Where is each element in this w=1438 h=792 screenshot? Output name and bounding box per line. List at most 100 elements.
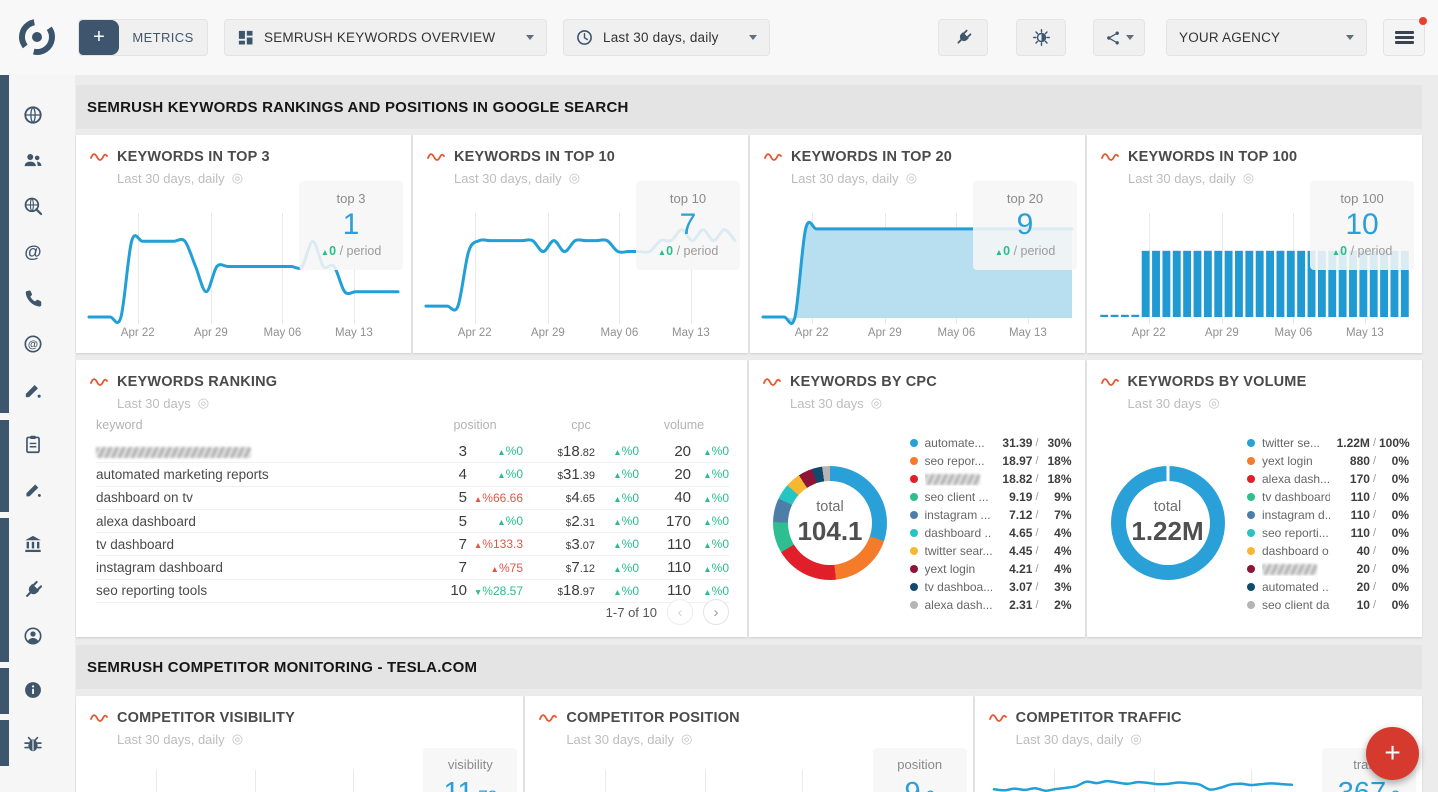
legend-percent: 0% <box>1379 472 1409 486</box>
widget-settings-icon[interactable]: ◎ <box>1130 731 1141 747</box>
sidebar-item-signatures[interactable] <box>22 379 44 401</box>
legend-dot <box>910 511 918 519</box>
bank-icon <box>22 533 44 555</box>
widget-settings-icon[interactable]: ◎ <box>871 395 882 411</box>
sidebar-item-annotations[interactable] <box>22 479 44 501</box>
sidebar-item-seo[interactable] <box>22 195 44 217</box>
sidebar-item-account[interactable] <box>22 625 44 647</box>
legend-percent: 0% <box>1379 598 1409 612</box>
keyword-cell: tv dashboard <box>96 537 427 552</box>
x-axis-label: Apr 22 <box>1132 327 1166 339</box>
position-value: 7 <box>427 559 467 576</box>
main-menu-button[interactable] <box>1383 19 1425 56</box>
sidebar-item-mentions[interactable]: @ <box>22 333 44 355</box>
donut-total-value: 1.22M <box>1131 516 1203 547</box>
legend-dot <box>910 529 918 537</box>
legend-dot <box>1247 493 1255 501</box>
next-page-button[interactable]: › <box>703 599 729 625</box>
x-axis-label: Apr 22 <box>121 327 155 339</box>
cpc-delta: ▲%0 <box>595 491 639 505</box>
table-row: dashboard on tv 5 ▲%66.66 $4.65 ▲%0 40 ▲… <box>96 487 729 510</box>
legend-item: seo repor... 18.97 / 18% <box>910 452 1072 470</box>
x-axis-label: May 13 <box>335 327 373 339</box>
prev-page-button[interactable]: ‹ <box>667 599 693 625</box>
stat-box-top3: top 3 1 ▲0 / period <box>299 181 403 270</box>
widget-settings-icon[interactable]: ◎ <box>681 731 692 747</box>
users-icon <box>22 149 44 171</box>
sidebar-item-info[interactable] <box>22 679 44 701</box>
delta-up-icon: ▲ <box>321 247 329 257</box>
card-competitor-position: COMPETITOR POSITION Last 30 days, daily … <box>525 696 972 792</box>
sidebar-item-email[interactable]: @ <box>22 241 44 263</box>
widget-settings-icon[interactable]: ◎ <box>198 395 209 411</box>
user-circle-icon <box>22 625 44 647</box>
card-subtitle: Last 30 days ◎ <box>117 395 733 411</box>
col-keyword: keyword <box>96 418 427 432</box>
sidebar-item-debug[interactable] <box>22 733 44 755</box>
sidebar-item-web[interactable] <box>22 104 44 126</box>
middle-cards-row: KEYWORDS RANKING Last 30 days ◎ keyword … <box>76 360 1422 637</box>
widget-settings-icon[interactable]: ◎ <box>569 170 580 186</box>
cpc-delta: ▲%0 <box>595 444 639 458</box>
volume-value: 110 <box>639 536 691 553</box>
widget-settings-icon[interactable]: ◎ <box>232 731 243 747</box>
x-axis-label: Apr 29 <box>531 327 565 339</box>
svg-text:@: @ <box>24 241 41 261</box>
card-title: KEYWORDS IN TOP 3 <box>117 149 270 165</box>
card-subtitle: Last 30 days, daily ◎ <box>117 731 509 747</box>
dashboard-selector[interactable]: SEMRUSH KEYWORDS OVERVIEW <box>224 19 547 56</box>
top-bar: + METRICS SEMRUSH KEYWORDS OVERVIEW Last… <box>0 0 1438 75</box>
position-value: 5 <box>427 513 467 530</box>
delta-up-icon: ▲ <box>995 247 1003 257</box>
position-delta: ▲%133.3 <box>467 537 523 551</box>
sidebar-item-crm[interactable] <box>22 149 44 171</box>
add-metrics-button[interactable]: + METRICS <box>78 19 208 56</box>
legend-dot <box>1247 547 1255 555</box>
cpc-value: $18.82 <box>523 443 595 460</box>
table-row: alexa dashboard 5 ▲%0 $2.31 ▲%0 170 ▲%0 <box>96 510 729 533</box>
cpc-value: $18.97 <box>523 582 595 599</box>
widget-settings-icon[interactable]: ◎ <box>1208 395 1219 411</box>
bottom-cards-row: COMPETITOR VISIBILITY Last 30 days, dail… <box>76 696 1422 792</box>
legend-percent: 30% <box>1042 436 1072 450</box>
semrush-icon <box>1101 152 1119 163</box>
legend-item: seo client ... 9.19 / 9% <box>910 488 1072 506</box>
integrations-button[interactable] <box>938 19 988 56</box>
legend-item: instagram d... 110 / 0% <box>1247 506 1409 524</box>
legend-percent: 4% <box>1042 544 1072 558</box>
legend-value: 880 <box>1330 454 1370 468</box>
cpc-value: $4.65 <box>523 489 595 506</box>
chevron-down-icon <box>1346 35 1354 40</box>
sidebar-item-forms[interactable] <box>22 433 44 455</box>
top-cards-row: KEYWORDS IN TOP 3 Last 30 days, daily ◎ … <box>76 135 1422 353</box>
dashboard-content: SEMRUSH KEYWORDS RANKINGS AND POSITIONS … <box>76 75 1422 792</box>
widget-settings-icon[interactable]: ◎ <box>1243 170 1254 186</box>
theme-toggle-button[interactable] <box>1016 19 1066 56</box>
app-logo[interactable] <box>14 14 60 60</box>
widget-settings-icon[interactable]: ◎ <box>232 170 243 186</box>
card-title: COMPETITOR TRAFFIC <box>1016 710 1182 726</box>
time-range-selector[interactable]: Last 30 days, daily <box>563 19 770 56</box>
stat-value: 7 <box>642 209 734 241</box>
add-widget-fab[interactable]: + <box>1366 727 1419 780</box>
semrush-icon <box>764 152 782 163</box>
legend-value: 110 <box>1330 490 1370 504</box>
sidebar-item-finance[interactable] <box>22 533 44 555</box>
legend-item: tv dashboard 110 / 0% <box>1247 488 1409 506</box>
volume-value: 20 <box>639 443 691 460</box>
redacted-keyword <box>96 447 251 458</box>
sidebar-item-integrations[interactable] <box>22 579 44 601</box>
notification-dot <box>1419 17 1427 25</box>
legend-value: 4.21 <box>992 562 1032 576</box>
sidebar-item-calls[interactable] <box>22 287 44 309</box>
keyword-cell: automated marketing reports <box>96 467 427 482</box>
agency-selector[interactable]: YOUR AGENCY <box>1166 19 1367 56</box>
stat-box-top20: top 20 9 ▲0 / period <box>973 181 1077 270</box>
semrush-icon <box>1101 377 1119 388</box>
legend-dot <box>1247 565 1255 573</box>
position-delta: ▲%75 <box>467 561 523 575</box>
legend-value: 20 <box>1330 580 1370 594</box>
widget-settings-icon[interactable]: ◎ <box>906 170 917 186</box>
share-button[interactable] <box>1093 19 1145 56</box>
card-title: KEYWORDS IN TOP 10 <box>454 149 615 165</box>
